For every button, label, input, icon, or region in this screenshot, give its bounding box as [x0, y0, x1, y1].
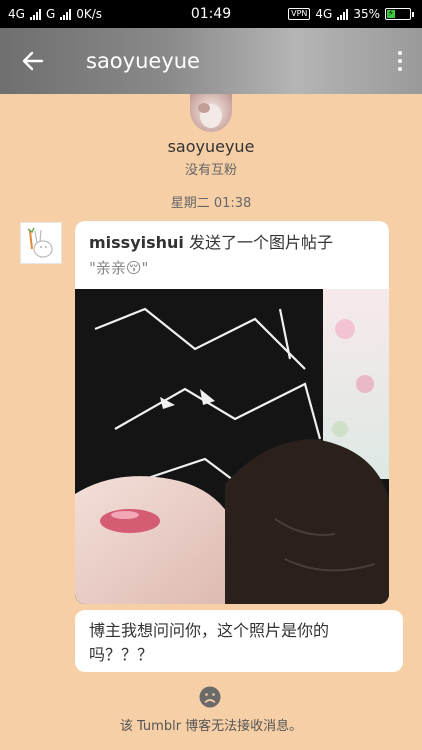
battery-fill: ⚡ [387, 8, 395, 19]
back-button[interactable] [0, 28, 66, 94]
status-left: 4G G 0K/s [8, 7, 102, 21]
post-author[interactable]: missyishui [89, 233, 184, 252]
post-header: missyishui 发送了一个图片帖子 [75, 221, 389, 255]
more-vertical-icon [398, 51, 402, 55]
signal-icon-3 [337, 8, 349, 20]
post-action-text: 发送了一个图片帖子 [183, 233, 333, 252]
network-type-1: 4G [8, 7, 25, 21]
signal-icon-2 [60, 8, 72, 20]
recipient-avatar[interactable] [190, 94, 232, 132]
message-timestamp: 星期二 01:38 [170, 196, 252, 211]
follow-status: 没有互粉 [184, 163, 237, 178]
post-caption: "亲亲😚" [89, 259, 149, 277]
status-right: VPN 4G 35% ⚡ [288, 7, 414, 21]
recipient-name[interactable]: saoyueyue [0, 137, 422, 156]
battery-icon: ⚡ [385, 8, 414, 20]
cannot-receive-notice: 该 Tumblr 博客无法接收消息。 [119, 719, 303, 734]
more-options-button[interactable] [378, 28, 422, 94]
network-speed: 0K/s [76, 7, 103, 21]
signal-icon [29, 8, 41, 20]
status-bar: 4G G 0K/s 01:49 VPN 4G 35% ⚡ [0, 0, 422, 28]
vpn-badge: VPN [288, 8, 311, 20]
reply-message-bubble[interactable]: 博主我想问问你，这个照片是你的吗？？？ [75, 610, 403, 672]
header-title: saoyueyue [86, 49, 200, 73]
post-photo[interactable] [75, 289, 389, 604]
post-message-card[interactable]: missyishui 发送了一个图片帖子 "亲亲😚" [75, 221, 389, 604]
back-arrow-icon [22, 51, 44, 71]
sad-face-icon [199, 686, 221, 708]
post-photo-graphic [75, 289, 389, 604]
conversation-header: saoyueyue [0, 28, 422, 94]
network-type-3: 4G [315, 7, 333, 21]
sender-avatar[interactable] [20, 222, 62, 264]
battery-percent: 35% [353, 7, 380, 21]
network-type-2: G [45, 7, 56, 21]
